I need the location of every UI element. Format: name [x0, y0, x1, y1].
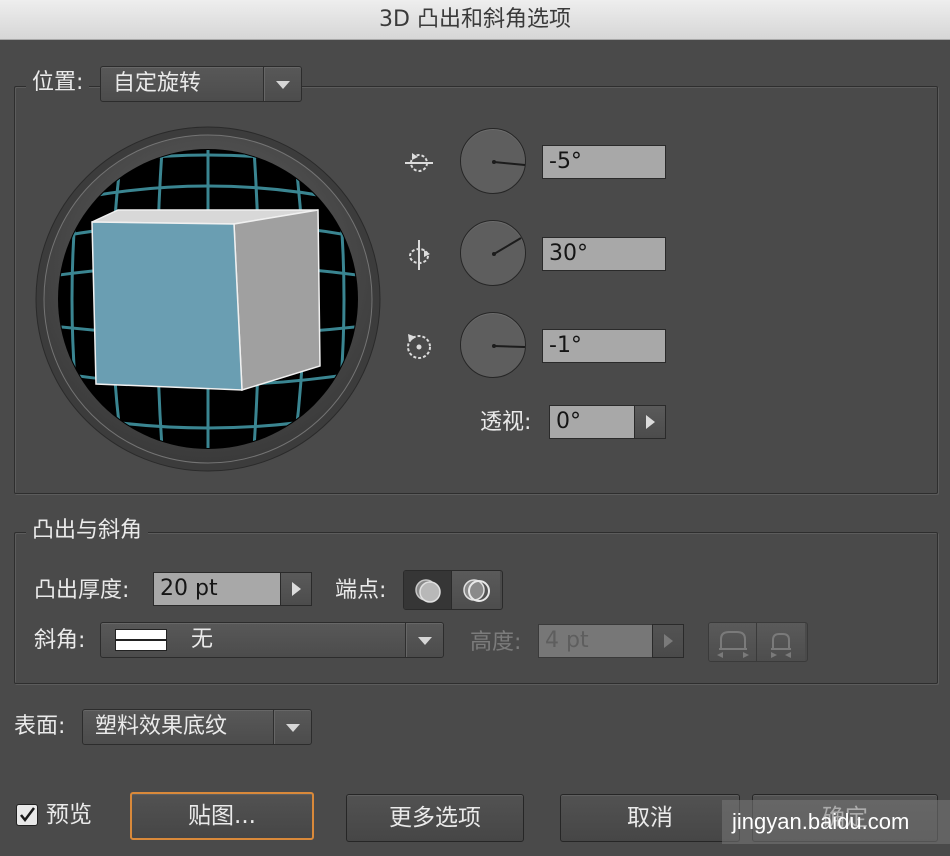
surface-label: 表面: [14, 714, 66, 739]
z-angle-input[interactable]: -1° [542, 329, 666, 363]
bevel-label: 斜角: [34, 628, 86, 653]
chevron-down-icon [273, 710, 311, 744]
bevel-extent-in-button[interactable] [757, 623, 805, 661]
chevron-down-icon [263, 67, 301, 101]
more-options-button[interactable]: 更多选项 [346, 794, 524, 842]
bevel-height-input[interactable]: 4 pt [538, 624, 654, 658]
checkmark-icon [20, 807, 35, 823]
bevel-value: 无 [191, 627, 214, 652]
position-preset-dropdown[interactable]: 自定旋转 [100, 66, 302, 102]
y-angle-dial[interactable] [460, 220, 526, 286]
z-angle-dial[interactable] [460, 312, 526, 378]
perspective-stepper[interactable] [634, 405, 666, 439]
extrude-depth-stepper[interactable] [280, 572, 312, 606]
perspective-label: 透视: [480, 410, 532, 435]
cap-label: 端点: [335, 578, 387, 603]
position-preset-value: 自定旋转 [113, 71, 202, 96]
cap-off-icon [463, 579, 490, 602]
window-title-bar: 3D 凸出和斜角选项 [0, 0, 950, 40]
perspective-input[interactable]: 0° [549, 405, 635, 439]
y-axis-rotate-icon [409, 240, 430, 270]
map-button[interactable]: 贴图... [130, 792, 314, 840]
x-axis-rotate-icon [405, 153, 433, 172]
chevron-down-icon [405, 623, 443, 657]
bevel-height-label: 高度: [470, 630, 522, 655]
bevel-direction-group [708, 622, 808, 662]
cap-off-button[interactable] [452, 571, 500, 609]
bevel-height-stepper[interactable] [652, 624, 684, 658]
extrude-bevel-title: 凸出与斜角 [26, 516, 149, 546]
preview-label: 预览 [46, 802, 92, 828]
rotation-track-cube[interactable] [32, 126, 384, 472]
cap-on-icon [415, 579, 441, 603]
bevel-swatch-icon [115, 629, 167, 651]
cap-toggle-group [403, 570, 503, 610]
surface-value: 塑料效果底纹 [95, 714, 228, 739]
bevel-extent-out-button[interactable] [709, 623, 757, 661]
bevel-extent-out-icon [717, 631, 749, 658]
extrude-depth-label: 凸出厚度: [34, 578, 130, 603]
watermark-text: jingyan.baidu.com [722, 800, 950, 844]
cancel-button[interactable]: 取消 [560, 794, 740, 842]
z-axis-rotate-icon [407, 334, 431, 359]
cap-on-button[interactable] [404, 571, 452, 609]
bevel-dropdown[interactable]: 无 [100, 622, 444, 658]
surface-dropdown[interactable]: 塑料效果底纹 [82, 709, 312, 745]
window-title: 3D 凸出和斜角选项 [379, 7, 571, 32]
preview-cube [91, 209, 321, 392]
y-angle-input[interactable]: 30° [542, 237, 666, 271]
bevel-extent-in-icon [771, 633, 791, 658]
preview-checkbox[interactable] [16, 804, 38, 826]
position-label: 位置: [26, 68, 90, 98]
x-angle-input[interactable]: -5° [542, 145, 666, 179]
extrude-depth-input[interactable]: 20 pt [153, 572, 281, 606]
x-angle-dial[interactable] [460, 128, 526, 194]
